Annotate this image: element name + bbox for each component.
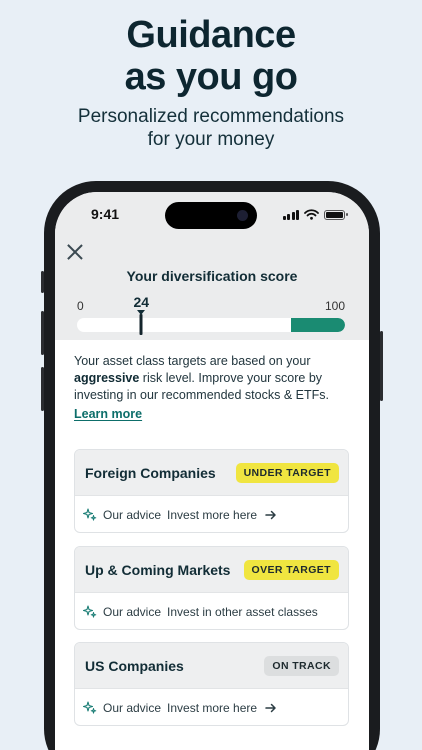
scale-min-label: 0: [77, 299, 84, 313]
advice-text: Invest in other asset classes: [167, 604, 318, 619]
card-header: US Companies ON TRACK: [75, 643, 348, 689]
status-icons: [282, 209, 348, 220]
asset-class-card[interactable]: US Companies ON TRACK Our advice Invest …: [74, 642, 349, 726]
asset-class-card[interactable]: Up & Coming Markets OVER TARGET Our advi…: [74, 546, 349, 630]
subheadline-line-1: Personalized recommendations: [77, 106, 345, 127]
card-advice[interactable]: Our advice Invest in other asset classes: [75, 593, 348, 629]
card-advice[interactable]: Our advice Invest more here: [75, 496, 348, 532]
advice-label: Our advice: [103, 604, 162, 619]
sparkle-icon: [83, 604, 97, 618]
card-title: US Companies: [85, 657, 184, 674]
arrow-right-icon: [265, 510, 276, 519]
advice-label: Our advice: [103, 700, 162, 715]
learn-more-link[interactable]: Learn more: [74, 406, 142, 423]
dynamic-island: [165, 202, 257, 229]
asset-class-card[interactable]: Foreign Companies UNDER TARGET Our advic…: [74, 449, 349, 533]
intro-text: Your asset class targets are based on yo…: [74, 353, 349, 423]
advice-text: Invest more here: [167, 700, 258, 715]
volume-up-button: [41, 311, 44, 355]
subheadline: Personalized recommendations for your mo…: [0, 105, 422, 151]
status-badge: UNDER TARGET: [235, 462, 339, 483]
volume-down-button: [41, 367, 44, 411]
phone-frame: 9:41 Your diversification score 0 100 24: [41, 181, 383, 750]
status-badge: ON TRACK: [264, 655, 339, 676]
card-title: Up & Coming Markets: [85, 561, 231, 578]
wifi-icon: [304, 209, 319, 220]
score-value: 24: [133, 294, 150, 310]
scale-max-label: 100: [324, 299, 345, 313]
risk-level: aggressive: [74, 371, 140, 385]
card-title: Foreign Companies: [85, 464, 216, 481]
score-marker: [139, 314, 143, 335]
card-header: Up & Coming Markets OVER TARGET: [75, 547, 348, 593]
headline-line-2: as you go: [124, 56, 298, 98]
mute-switch: [41, 271, 44, 293]
card-advice[interactable]: Our advice Invest more here: [75, 689, 348, 725]
score-title: Your diversification score: [126, 268, 298, 284]
advice-text: Invest more here: [167, 507, 258, 522]
power-button: [380, 331, 383, 401]
card-header: Foreign Companies UNDER TARGET: [75, 450, 348, 496]
subheadline-line-2: for your money: [147, 129, 275, 150]
headline: Guidance as you go: [0, 14, 422, 98]
close-icon[interactable]: [67, 244, 83, 260]
score-bar: [77, 318, 345, 332]
battery-icon: [324, 209, 348, 220]
headline-line-1: Guidance: [126, 14, 296, 56]
phone-screen: 9:41 Your diversification score 0 100 24: [55, 192, 369, 750]
status-badge: OVER TARGET: [243, 559, 339, 580]
score-bar-target-range: [291, 318, 345, 332]
arrow-right-icon: [265, 703, 276, 712]
status-time: 9:41: [91, 206, 120, 222]
intro-text-part: Your asset class targets are based on yo…: [74, 354, 311, 368]
sparkle-icon: [83, 507, 97, 521]
camera-icon: [237, 210, 248, 221]
sparkle-icon: [83, 700, 97, 714]
signal-icon: [282, 209, 299, 220]
advice-label: Our advice: [103, 507, 162, 522]
